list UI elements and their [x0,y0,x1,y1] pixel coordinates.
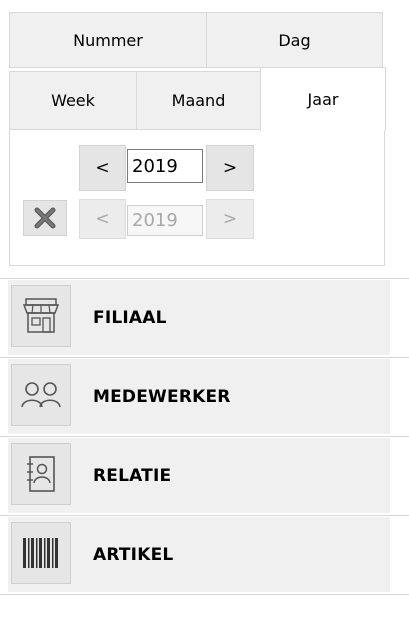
nav-item-label: RELATIE [93,465,172,486]
year-to-prev-button[interactable]: < [79,199,126,239]
divider [0,515,409,516]
store-icon [11,285,71,347]
nav-item-medewerker[interactable]: MEDEWERKER [8,359,390,434]
year-to-input[interactable]: 2019 [127,205,203,236]
tab-nummer[interactable]: Nummer [9,12,207,68]
tab-maand[interactable]: Maand [136,71,261,130]
nav-item-relatie[interactable]: RELATIE [8,438,390,513]
year-from-input[interactable]: 2019 [127,149,203,183]
people-icon [11,364,71,426]
divider [0,594,409,595]
year-from-prev-button[interactable]: < [79,145,126,191]
divider [0,278,409,279]
divider [0,436,409,437]
tab-week[interactable]: Week [9,71,137,130]
close-icon [34,207,56,229]
nav-item-label: ARTIKEL [93,544,174,565]
divider [0,357,409,358]
clear-button[interactable] [23,200,67,236]
nav-item-label: FILIAAL [93,307,167,328]
barcode-icon [11,522,71,584]
nav-item-label: MEDEWERKER [93,386,231,407]
year-from-next-button[interactable]: > [206,145,254,191]
contact-book-icon [11,443,71,505]
nav-item-artikel[interactable]: ARTIKEL [8,517,390,592]
tab-dag[interactable]: Dag [206,12,383,68]
nav-item-filiaal[interactable]: FILIAAL [8,280,390,355]
year-to-next-button[interactable]: > [206,199,254,239]
tab-jaar[interactable]: Jaar [260,67,386,131]
